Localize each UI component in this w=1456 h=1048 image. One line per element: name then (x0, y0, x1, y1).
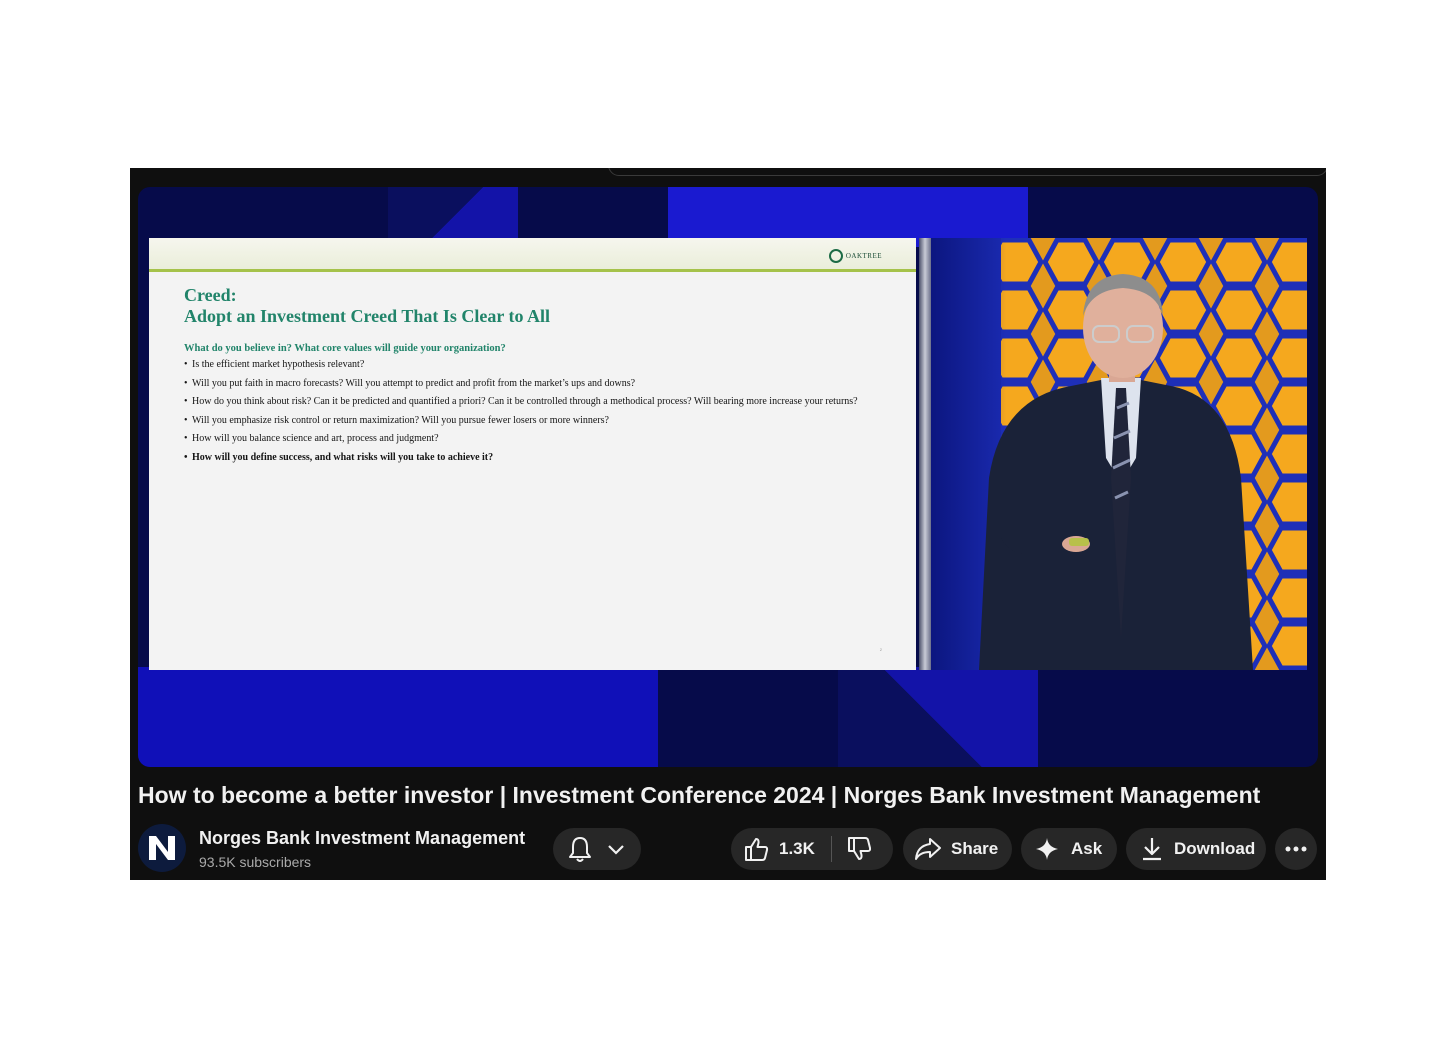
slide-bullet-list: Is the efficient market hypothesis relev… (184, 359, 874, 470)
more-actions-button[interactable] (1275, 828, 1317, 870)
slide-bullet: Will you emphasize risk control or retur… (184, 415, 874, 427)
youtube-watch-page: OAKTREE Creed: Adopt an Investment Creed… (130, 168, 1326, 880)
thumbs-down-icon[interactable] (846, 836, 872, 862)
thumbs-up-icon[interactable] (743, 836, 769, 862)
video-title: How to become a better investor | Invest… (138, 782, 1261, 808)
notification-bell-button[interactable] (553, 828, 641, 870)
download-label: Download (1174, 839, 1256, 858)
stage-background-shape (838, 667, 1038, 767)
like-divider (830, 836, 832, 862)
stage-divider (919, 238, 931, 670)
slide-logo-text: OAKTREE (845, 252, 882, 260)
slide-question: What do you believe in? What core values… (184, 343, 506, 354)
channel-avatar[interactable] (138, 824, 186, 872)
slide-bullet: Is the efficient market hypothesis relev… (184, 359, 874, 371)
slide-title-line2: Adopt an Investment Creed That Is Clear … (184, 306, 551, 326)
share-button[interactable]: Share (903, 828, 1012, 870)
oaktree-logo-icon (828, 249, 843, 263)
slide-bullet: How do you think about risk? Can it be p… (184, 396, 874, 408)
download-icon (1143, 838, 1161, 861)
subscriber-count: 93.5K subscribers (199, 854, 312, 870)
channel-logo-icon (149, 836, 175, 860)
slide-header-band (149, 238, 916, 272)
share-arrow-icon (915, 838, 941, 860)
slide-title-line1: Creed: (184, 285, 237, 305)
bell-icon (569, 837, 591, 862)
ask-label: Ask (1071, 839, 1103, 858)
presentation-slide: OAKTREE Creed: Adopt an Investment Creed… (149, 238, 916, 670)
slide-logo: OAKTREE (828, 249, 882, 263)
video-player[interactable]: OAKTREE Creed: Adopt an Investment Creed… (138, 187, 1318, 767)
more-horizontal-icon (1285, 846, 1307, 852)
slide-page-number: 2 (879, 647, 882, 652)
slide-bullet: How will you balance science and art, pr… (184, 433, 874, 445)
speaker-image (931, 238, 1307, 670)
slide-bullet: Will you put faith in macro forecasts? W… (184, 378, 874, 390)
channel-name-link[interactable]: Norges Bank Investment Management (199, 828, 525, 849)
slide-bullet: How will you define success, and what ri… (184, 452, 874, 464)
download-button[interactable]: Download (1126, 828, 1266, 870)
sparkle-icon (1036, 838, 1058, 860)
chevron-down-icon (608, 845, 624, 855)
stage-background-shape (138, 667, 658, 767)
like-count[interactable]: 1.3K (779, 839, 815, 859)
ask-button[interactable]: Ask (1021, 828, 1117, 870)
search-bar-edge (608, 168, 1326, 176)
like-dislike-group: 1.3K (731, 828, 893, 870)
share-label: Share (951, 839, 999, 858)
slide-title: Creed: Adopt an Investment Creed That Is… (184, 285, 550, 327)
speaker-camera-feed (931, 238, 1307, 670)
